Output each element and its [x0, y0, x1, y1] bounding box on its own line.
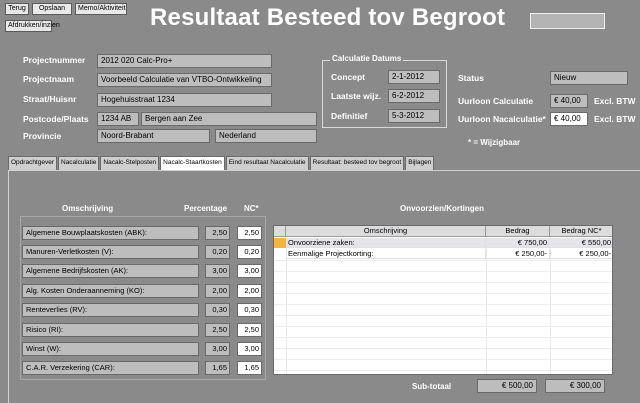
tab-bar: Opdrachtgever Nacalculatie Nacalc-Stelpo…	[8, 156, 435, 171]
afdrukken-button[interactable]: Afdrukken/inzien	[5, 20, 60, 32]
straat-field[interactable]: Hogehuisstraat 1234	[97, 93, 272, 107]
tab-bijlagen[interactable]: Bijlagen	[405, 156, 435, 170]
wijzigbaar-note: * = Wijzigbaar	[468, 138, 521, 147]
grid-header-bedrag-nc[interactable]: Bedrag NC*	[550, 226, 612, 237]
cost-row-label: Renteverlies (RV):	[22, 303, 199, 317]
cost-row-nc[interactable]: 2,50	[237, 323, 262, 337]
cost-row-percentage[interactable]: 2,50	[205, 323, 230, 337]
laatste-wijz-label: Laatste wijz.	[331, 91, 382, 101]
memo-aktiviteit-button[interactable]: Memo/Aktiviteit	[75, 3, 127, 15]
page-title: Resultaat Besteed tov Begroot	[150, 4, 506, 31]
concept-field[interactable]: 2-1-2012	[388, 70, 440, 84]
cost-row-label: C.A.R. Verzekering (CAR):	[22, 361, 199, 375]
concept-label: Concept	[331, 72, 365, 82]
grid-row-selector[interactable]	[274, 238, 286, 248]
cost-row-percentage[interactable]: 3,00	[205, 342, 230, 356]
subtotaal-bedrag: € 500,00	[477, 379, 537, 393]
cost-row-label: Risico (RI):	[22, 323, 199, 337]
cost-row-label: Manuren-Verletkosten (V):	[22, 245, 199, 259]
projectnaam-field[interactable]: Voorbeeld Calculatie van VTBO-Ontwikkeli…	[97, 73, 272, 87]
cost-row-nc[interactable]: 3,00	[237, 342, 262, 356]
tab-opdrachtgever[interactable]: Opdrachtgever	[8, 156, 57, 170]
cost-row-label: Algemene Bedrijfskosten (AK):	[22, 264, 199, 278]
cost-row-label: Alg. Kosten Onderaanneming (KO):	[22, 284, 199, 298]
percentage-header: Percentage	[184, 204, 228, 213]
uurloon-calculatie-field[interactable]: € 40,00	[550, 94, 588, 108]
cost-row-percentage[interactable]: 3,00	[205, 264, 230, 278]
cost-row-percentage[interactable]: 2,00	[205, 284, 230, 298]
cost-row-nc[interactable]: 1,65	[237, 361, 262, 375]
uurloon-nacalculatie-suffix: Excl. BTW	[594, 114, 636, 124]
onvoorzien-grid: Omschrijving Bedrag Bedrag NC* Onvoorzie…	[273, 225, 613, 375]
grid-cell-bedrag-nc[interactable]: € 550,00	[550, 238, 612, 248]
status-label: Status	[458, 73, 484, 83]
cost-row-percentage[interactable]: 0,30	[205, 303, 230, 317]
cost-row-percentage[interactable]: 2,50	[205, 226, 230, 240]
subtotaal-label: Sub-totaal	[412, 382, 452, 391]
grid-cell-omschrijving[interactable]: Eenmalige Projectkorting:	[286, 249, 486, 259]
uurloon-calculatie-label: Uurloon Calculatie	[458, 96, 534, 106]
omschrijving-header: Omschrijving	[62, 204, 114, 213]
provincie-field[interactable]: Noord-Brabant	[97, 129, 210, 143]
cost-row-nc[interactable]: 2,50	[237, 226, 262, 240]
tab-resultaat-besteed[interactable]: Resultaat: besteed tov begroot	[309, 156, 405, 170]
projectnummer-label: Projectnummer	[23, 55, 86, 65]
projectnaam-label: Projectnaam	[23, 74, 75, 84]
nc-header: NC*	[244, 204, 259, 213]
status-field[interactable]: Nieuw	[550, 71, 628, 85]
postcode-label: Postcode/Plaats	[23, 114, 89, 124]
tab-nacalculatie[interactable]: Nacalculatie	[58, 156, 100, 170]
provincie-label: Provincie	[23, 131, 62, 141]
tab-eind-resultaat[interactable]: Eind resultaat Nacalculatie	[225, 156, 309, 170]
grid-cell-bedrag[interactable]: € 750,00	[486, 238, 550, 248]
uurloon-calculatie-suffix: Excl. BTW	[594, 96, 636, 106]
cost-row-percentage[interactable]: 0,20	[205, 245, 230, 259]
grid-header-bedrag[interactable]: Bedrag	[486, 226, 550, 237]
plaats-field[interactable]: Bergen aan Zee	[141, 112, 317, 126]
cost-row-nc[interactable]: 0,20	[237, 245, 262, 259]
projectnummer-field[interactable]: 2012 020 Calc-Pro+	[97, 54, 272, 68]
tab-nacalc-staartkosten[interactable]: Nacalc-Staartkosten	[160, 156, 225, 171]
cost-row-nc[interactable]: 3,00	[237, 264, 262, 278]
grid-cell-bedrag-nc[interactable]: € 250,00-	[550, 249, 612, 259]
grid-cell-omschrijving[interactable]: Onvoorziene zaken:	[286, 238, 486, 248]
tab-nacalc-stelposten[interactable]: Nacalc-Stelposten	[100, 156, 160, 170]
cost-row-label: Winst (W):	[22, 342, 199, 356]
land-field[interactable]: Nederland	[215, 129, 317, 143]
subtotaal-bedrag-nc: € 300,00	[545, 379, 605, 393]
grid-header-omschrijving[interactable]: Omschrijving	[286, 226, 486, 237]
top-right-box	[530, 13, 605, 29]
uurloon-nacalculatie-field[interactable]: € 40,00	[550, 112, 588, 126]
opslaan-button[interactable]: Opslaan	[32, 3, 72, 15]
calculatie-datums-title: Calculatie Datums	[330, 54, 404, 63]
laatste-wijz-field[interactable]: 6-2-2012	[388, 89, 440, 103]
cost-row-nc[interactable]: 2,00	[237, 284, 262, 298]
cost-row-label: Algemene Bouwplaatskosten (ABK):	[22, 226, 199, 240]
straat-label: Straat/Huisnr	[23, 94, 77, 104]
uurloon-nacalculatie-label: Uurloon Nacalculatie*	[458, 114, 546, 124]
grid-cell-bedrag[interactable]: € 250,00-	[486, 249, 550, 259]
terug-button[interactable]: Terug	[5, 3, 29, 15]
postcode-field[interactable]: 1234 AB	[97, 112, 139, 126]
cost-row-nc[interactable]: 0,30	[237, 303, 262, 317]
grid-corner	[274, 226, 286, 237]
cost-row-percentage[interactable]: 1,65	[205, 361, 230, 375]
onvoorzien-title: Onvoorzien/Kortingen	[400, 204, 484, 213]
definitief-field[interactable]: 5-3-2012	[388, 109, 440, 123]
definitief-label: Definitief	[331, 111, 368, 121]
